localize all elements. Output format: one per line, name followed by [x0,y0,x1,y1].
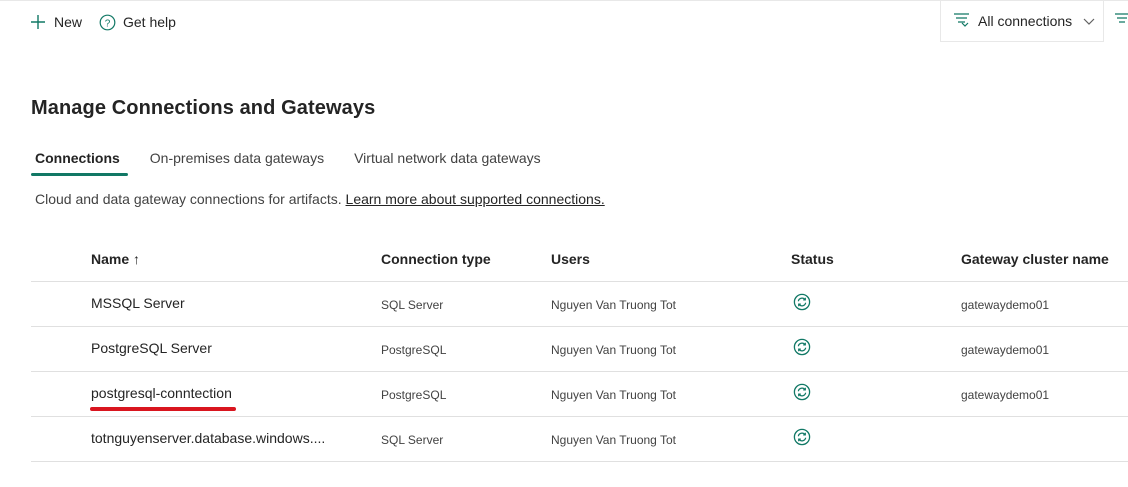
get-help-button[interactable]: ? Get help [98,13,176,31]
highlight-underline [90,407,236,411]
refresh-status-icon [793,338,813,358]
table-row[interactable]: postgresql-conntection PostgreSQL Nguyen… [31,372,1128,417]
table-row[interactable]: PostgreSQL Server PostgreSQL Nguyen Van … [31,327,1128,372]
gateway-cluster-name: gatewaydemo01 [961,388,1050,402]
connection-name[interactable]: totnguyenserver.database.windows.... [91,430,325,446]
connection-name[interactable]: MSSQL Server [91,295,185,311]
connection-type: SQL Server [381,433,444,447]
description-text: Cloud and data gateway connections for a… [35,191,342,207]
connection-name[interactable]: PostgreSQL Server [91,340,212,356]
column-header-name[interactable]: Name ↑ [91,251,140,267]
table-row[interactable]: MSSQL Server SQL Server Nguyen Van Truon… [31,282,1128,327]
tab-connections[interactable]: Connections [31,148,128,176]
column-header-gateway-cluster[interactable]: Gateway cluster name [961,251,1109,267]
table-header: Name ↑ Connection type Users Status Gate… [31,236,1128,282]
table-row[interactable]: totnguyenserver.database.windows.... SQL… [31,417,1128,462]
refresh-status-icon [793,428,813,448]
column-header-status[interactable]: Status [791,251,834,267]
svg-text:?: ? [104,18,110,29]
help-icon: ? [98,13,116,31]
command-bar: New ? Get help All connections [0,0,1128,46]
column-header-connection-type[interactable]: Connection type [381,251,491,267]
new-button-label: New [54,14,83,30]
filter-icon [953,12,970,31]
gateway-cluster-name: gatewaydemo01 [961,343,1050,357]
tab-virtual-network-gateways[interactable]: Virtual network data gateways [350,148,545,176]
connection-users: Nguyen Van Truong Tot [551,433,676,447]
tab-on-premises-gateways[interactable]: On-premises data gateways [146,148,328,176]
filter-label: All connections [978,13,1073,29]
connection-name[interactable]: postgresql-conntection [91,385,232,401]
connections-table: Name ↑ Connection type Users Status Gate… [31,236,1128,462]
tab-bar: Connections On-premises data gateways Vi… [31,148,567,176]
chevron-down-icon [1083,14,1095,30]
connection-type: PostgreSQL [381,343,447,357]
refresh-status-icon [793,383,813,403]
description: Cloud and data gateway connections for a… [35,191,605,207]
list-filter-icon [1114,11,1128,32]
refresh-status-icon [793,293,813,313]
column-header-users[interactable]: Users [551,251,590,267]
get-help-label: Get help [123,14,176,30]
connection-users: Nguyen Van Truong Tot [551,298,676,312]
connection-users: Nguyen Van Truong Tot [551,343,676,357]
learn-more-link[interactable]: Learn more about supported connections. [346,191,605,207]
gateway-cluster-name: gatewaydemo01 [961,298,1050,312]
plus-icon [29,13,47,31]
connection-users: Nguyen Van Truong Tot [551,388,676,402]
connection-type: SQL Server [381,298,444,312]
new-button[interactable]: New [29,13,82,31]
connections-filter-dropdown[interactable]: All connections [940,1,1104,42]
page-title: Manage Connections and Gateways [31,97,376,119]
connection-type: PostgreSQL [381,388,447,402]
view-options-button[interactable] [1104,1,1128,42]
